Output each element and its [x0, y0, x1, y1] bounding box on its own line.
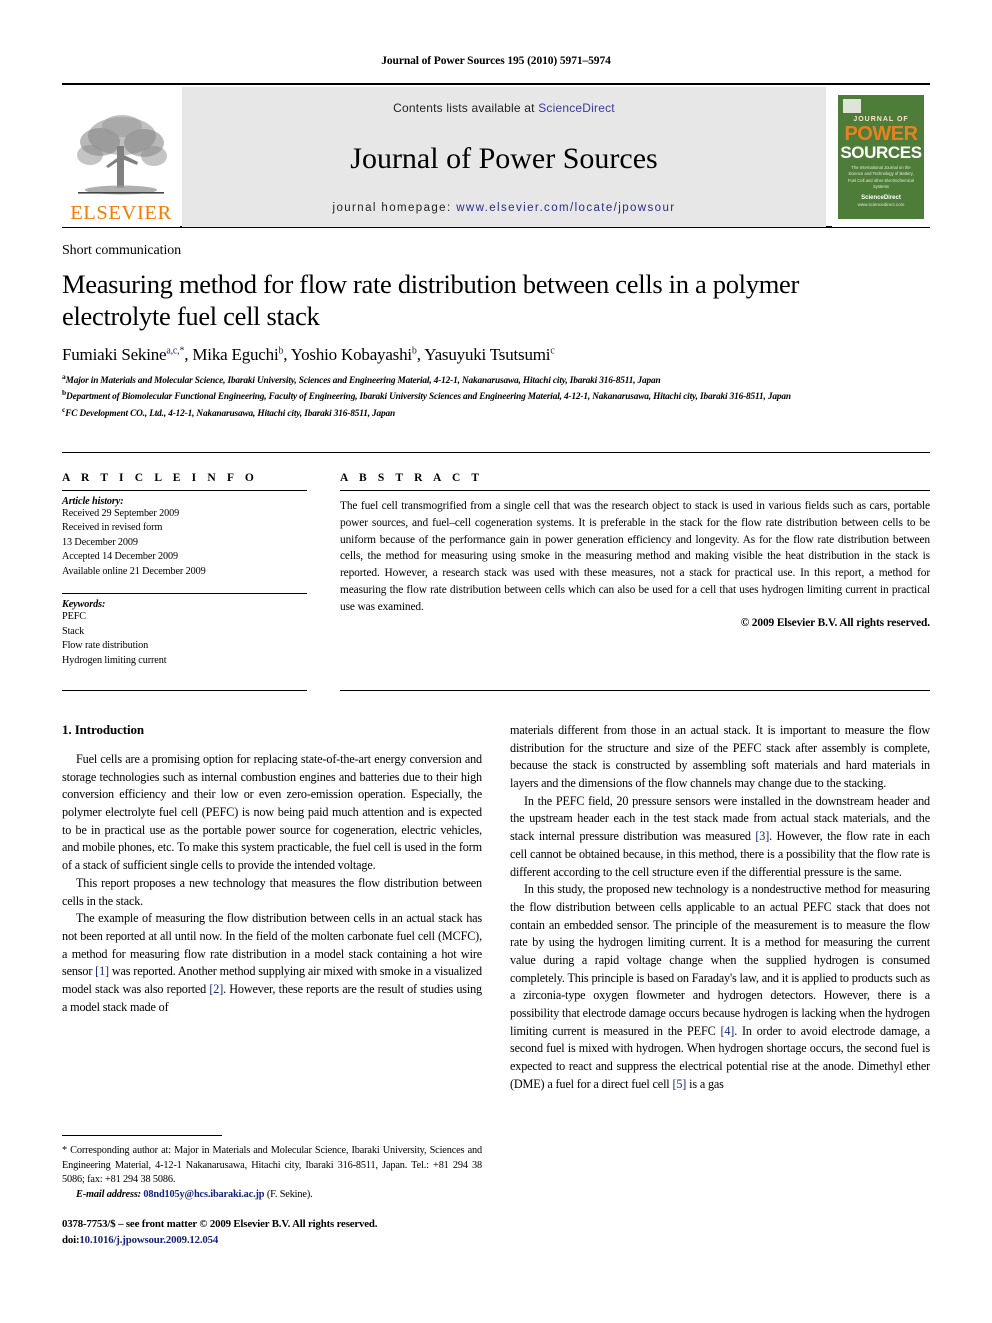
paragraph: In the PEFC field, 20 pressure sensors w… — [510, 793, 930, 881]
cover-publisher-mark-icon — [843, 99, 861, 113]
article-info-rule — [62, 490, 307, 491]
keyword-item: PEFC — [62, 611, 86, 623]
abstract-copyright: © 2009 Elsevier B.V. All rights reserved… — [740, 617, 930, 630]
email-link[interactable]: 08nd105y@hcs.ibaraki.ac.jp — [143, 1189, 264, 1200]
journal-banner: Contents lists available at ScienceDirec… — [182, 87, 826, 227]
affiliation-item: bDepartment of Biomolecular Functional E… — [62, 388, 932, 404]
history-item: Received in revised form — [62, 522, 163, 534]
sciencedirect-link[interactable]: ScienceDirect — [538, 101, 615, 115]
paper-page: Journal of Power Sources 195 (2010) 5971… — [0, 0, 992, 1323]
paragraph-text: is a gas — [686, 1076, 724, 1091]
citation-ref-5[interactable]: [5] — [672, 1077, 686, 1091]
email-label: E-mail address: — [76, 1188, 141, 1200]
cover-title-line2: SOURCES — [840, 143, 922, 162]
footnote-rule — [62, 1135, 222, 1136]
abstract-text: The fuel cell transmogrified from a sing… — [340, 500, 930, 613]
doi-line: doi:10.1016/j.jpowsour.2009.12.054 — [62, 1233, 532, 1249]
corresponding-author-text: * Corresponding author at: Major in Mate… — [62, 1145, 482, 1186]
citation-ref-2[interactable]: [2] — [209, 982, 223, 996]
paragraph: In this study, the proposed new technolo… — [510, 881, 930, 1093]
paragraph: Fuel cells are a promising option for re… — [62, 752, 482, 873]
section-heading-introduction: 1. Introduction — [62, 722, 145, 737]
cover-title-line1: POWER — [844, 123, 918, 145]
doi-label: doi: — [62, 1233, 80, 1246]
keywords-label: Keywords: — [62, 599, 106, 611]
citation-ref-4[interactable]: [4] — [720, 1024, 734, 1038]
cover-brand-note: www.sciencedirect.com — [857, 202, 905, 207]
body-column-right: materials different from those in an act… — [510, 722, 930, 1093]
cover-kicker: JOURNAL OF — [853, 116, 909, 123]
affiliation-item: aMajor in Materials and Molecular Scienc… — [62, 372, 932, 388]
affiliation-text: Department of Biomolecular Functional En… — [66, 392, 791, 403]
history-item: 13 December 2009 — [62, 536, 138, 548]
history-item: Available online 21 December 2009 — [62, 565, 206, 577]
keyword-item: Flow rate distribution — [62, 640, 149, 652]
article-category: Short communication — [62, 243, 182, 258]
homepage-link[interactable]: www.elsevier.com/locate/jpowsour — [456, 202, 675, 214]
homepage-prefix: journal homepage: — [332, 202, 457, 214]
page-title: Measuring method for flow rate distribut… — [62, 269, 799, 332]
keywords-rule — [62, 593, 307, 595]
elsevier-wordmark: ELSEVIER — [70, 201, 172, 224]
journal-cover-thumbnail: JOURNAL OF POWER SOURCES The Internation… — [832, 87, 930, 227]
paragraph-text: In this study, the proposed new technolo… — [510, 882, 930, 1038]
affiliation-list: aMajor in Materials and Molecular Scienc… — [62, 372, 932, 421]
affiliation-item: cFC Development CO., Ltd., 4-12-1, Nakan… — [62, 405, 932, 421]
citation-ref-1[interactable]: [1] — [95, 964, 109, 978]
elsevier-logo: ELSEVIER — [62, 87, 180, 227]
doi-link[interactable]: 10.1016/j.jpowsour.2009.12.054 — [79, 1234, 218, 1246]
affiliation-text: Major in Materials and Molecular Science… — [65, 376, 661, 387]
info-bottom-rule — [62, 690, 307, 691]
contents-available-line: Contents lists available at ScienceDirec… — [393, 101, 615, 115]
author-list: Fumiaki Sekinea,c,*, Mika Eguchib, Yoshi… — [62, 345, 555, 364]
issn-front-matter: 0378-7753/$ – see front matter © 2009 El… — [62, 1218, 378, 1230]
article-history-label: Article history: — [62, 496, 124, 507]
keyword-item: Hydrogen limiting current — [62, 654, 167, 666]
running-head: Journal of Power Sources 195 (2010) 5971… — [381, 55, 611, 67]
affiliation-text: FC Development CO., Ltd., 4-12-1, Nakana… — [65, 408, 396, 419]
journal-title: Journal of Power Sources — [350, 141, 658, 175]
abstract-bottom-rule — [340, 690, 930, 691]
cover-subtitle: The International Journal on the Science… — [847, 165, 915, 189]
history-item: Received 29 September 2009 — [62, 508, 180, 519]
article-info-column: A R T I C L E I N F O Article history: R… — [62, 472, 307, 668]
abstract-column: A B S T R A C T The fuel cell transmogri… — [340, 472, 930, 629]
citation-ref-3[interactable]: [3] — [755, 829, 769, 843]
paragraph: The example of measuring the flow distri… — [62, 910, 482, 1016]
email-attribution: (F. Sekine). — [266, 1188, 313, 1200]
corresponding-author-footnote: * Corresponding author at: Major in Mate… — [62, 1144, 482, 1202]
article-info-heading: A R T I C L E I N F O — [62, 472, 258, 484]
paragraph: materials different from those in an act… — [510, 723, 930, 791]
elsevier-tree-icon — [77, 114, 167, 194]
imprint-block: 0378-7753/$ – see front matter © 2009 El… — [62, 1217, 532, 1248]
keyword-item: Stack — [62, 625, 85, 637]
cover-art: JOURNAL OF POWER SOURCES The Internation… — [838, 95, 924, 219]
body-column-left: 1. Introduction Fuel cells are a promisi… — [62, 722, 482, 1016]
abstract-heading: A B S T R A C T — [340, 472, 484, 484]
info-block-top-rule — [62, 452, 930, 453]
contents-prefix: Contents lists available at — [393, 101, 539, 115]
paragraph: This report proposes a new technology th… — [62, 875, 482, 908]
journal-homepage-line: journal homepage: www.elsevier.com/locat… — [333, 202, 676, 214]
journal-masthead: ELSEVIER Contents lists available at Sci… — [62, 83, 930, 228]
cover-brand: ScienceDirect — [861, 195, 901, 201]
history-item: Accepted 14 December 2009 — [62, 551, 179, 563]
abstract-rule — [340, 490, 930, 491]
